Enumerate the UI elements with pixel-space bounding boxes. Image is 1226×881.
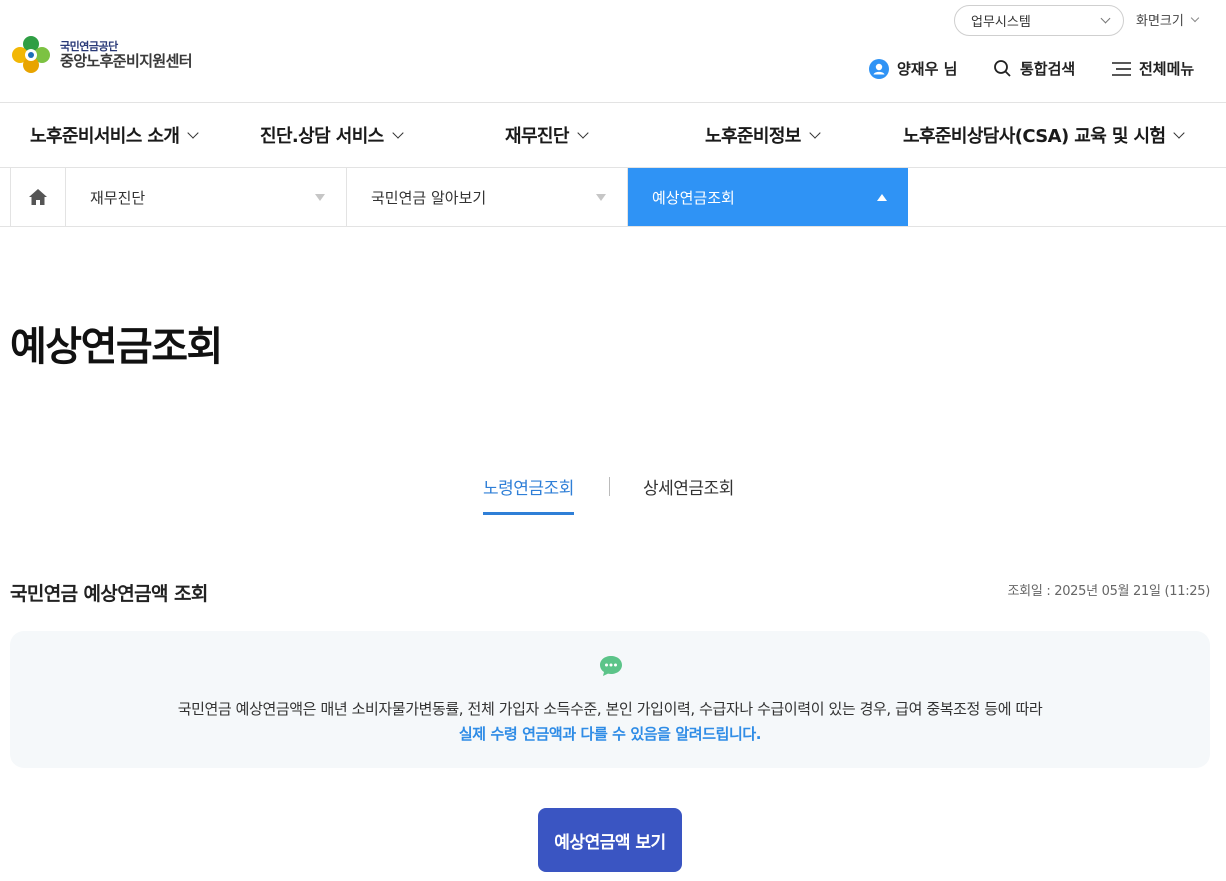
notice-text: 국민연금 예상연금액은 매년 소비자물가변동률, 전체 가입자 소득수준, 본인… (177, 700, 1043, 718)
gnb-item-csa-education[interactable]: 노후준비상담사(CSA) 교육 및 시험 (903, 122, 1186, 148)
gnb-item-label: 노후준비서비스 소개 (30, 126, 180, 147)
gnb-item-label: 재무진단 (505, 126, 569, 147)
page: 국민연금공단 중앙노후준비지원센터 업무시스템 화면크기 양재우 님 통합검색 (0, 0, 1226, 881)
caret-down-icon (315, 193, 325, 201)
search-label: 통합검색 (1020, 60, 1076, 78)
tab-old-age-pension[interactable]: 노령연금조회 (483, 474, 574, 515)
breadcrumb-label: 재무진단 (90, 188, 146, 207)
user-icon (869, 58, 889, 79)
breadcrumb-item-expected-pension[interactable]: 예상연금조회 (628, 168, 908, 226)
logo[interactable]: 국민연금공단 중앙노후준비지원센터 (9, 33, 193, 77)
chevron-down-icon (187, 127, 199, 139)
caret-up-icon (877, 193, 887, 201)
tab-detailed-pension[interactable]: 상세연금조회 (643, 474, 734, 499)
business-system-label: 업무시스템 (971, 15, 1031, 30)
gnb-item-retirement-info[interactable]: 노후준비정보 (705, 122, 821, 148)
chevron-down-icon (577, 127, 589, 139)
user-name: 양재우 님 (897, 60, 958, 78)
gnb-item-financial-diagnosis[interactable]: 재무진단 (505, 122, 589, 148)
gnb-item-diagnosis-consult[interactable]: 진단.상담 서비스 (260, 122, 404, 148)
breadcrumb-item-financial-diagnosis[interactable]: 재무진단 (66, 168, 347, 226)
gnb-item-label: 노후준비상담사(CSA) 교육 및 시험 (903, 126, 1166, 147)
notice-emphasis-text: 실제 수령 연금액과 다를 수 있음을 알려드립니다. (458, 725, 762, 743)
logo-text: 국민연금공단 중앙노후준비지원센터 (60, 40, 193, 70)
page-title: 예상연금조회 (10, 324, 223, 370)
all-menu-button[interactable]: 전체메뉴 (1112, 58, 1194, 79)
gnb-item-label: 진단.상담 서비스 (260, 126, 384, 147)
nps-logo-icon (12, 36, 50, 73)
chevron-down-icon (1190, 13, 1200, 22)
caret-down-icon (596, 193, 606, 201)
section-title: 국민연금 예상연금액 조회 (10, 583, 208, 605)
business-system-select[interactable]: 업무시스템 (954, 5, 1124, 36)
gnb-item-service-intro[interactable]: 노후준비서비스 소개 (30, 122, 199, 148)
view-expected-pension-button[interactable]: 예상연금액 보기 (538, 808, 682, 872)
user-profile-link[interactable]: 양재우 님 (869, 58, 957, 79)
breadcrumb: 재무진단 국민연금 알아보기 예상연금조회 (10, 168, 908, 226)
chevron-down-icon (809, 127, 821, 139)
notice-box: 국민연금 예상연금액은 매년 소비자물가변동률, 전체 가입자 소득수준, 본인… (10, 631, 1210, 768)
inquiry-date: 조회일 : 2025년 05월 21일 (11:25) (1007, 584, 1211, 599)
hamburger-menu-icon (1112, 61, 1131, 77)
chat-bubble-icon (599, 655, 623, 681)
breadcrumb-divider (0, 226, 1226, 227)
header-divider (0, 102, 1226, 103)
breadcrumb-label: 국민연금 알아보기 (371, 188, 487, 207)
search-icon (993, 59, 1012, 78)
integrated-search-button[interactable]: 통합검색 (993, 58, 1075, 79)
chevron-down-icon (1100, 13, 1111, 24)
chevron-down-icon (391, 127, 404, 139)
screen-size-label: 화면크기 (1136, 14, 1184, 29)
screen-size-control[interactable]: 화면크기 (1136, 10, 1200, 29)
logo-org-name: 국민연금공단 (60, 40, 118, 53)
home-button[interactable] (10, 168, 66, 226)
all-menu-label: 전체메뉴 (1139, 60, 1195, 78)
logo-center-name: 중앙노후준비지원센터 (60, 52, 193, 70)
gnb-item-label: 노후준비정보 (705, 126, 801, 147)
chevron-down-icon (1173, 127, 1186, 139)
tab-separator (609, 477, 610, 496)
breadcrumb-item-pension-info[interactable]: 국민연금 알아보기 (347, 168, 628, 226)
home-icon (29, 189, 47, 205)
breadcrumb-label: 예상연금조회 (652, 188, 735, 207)
